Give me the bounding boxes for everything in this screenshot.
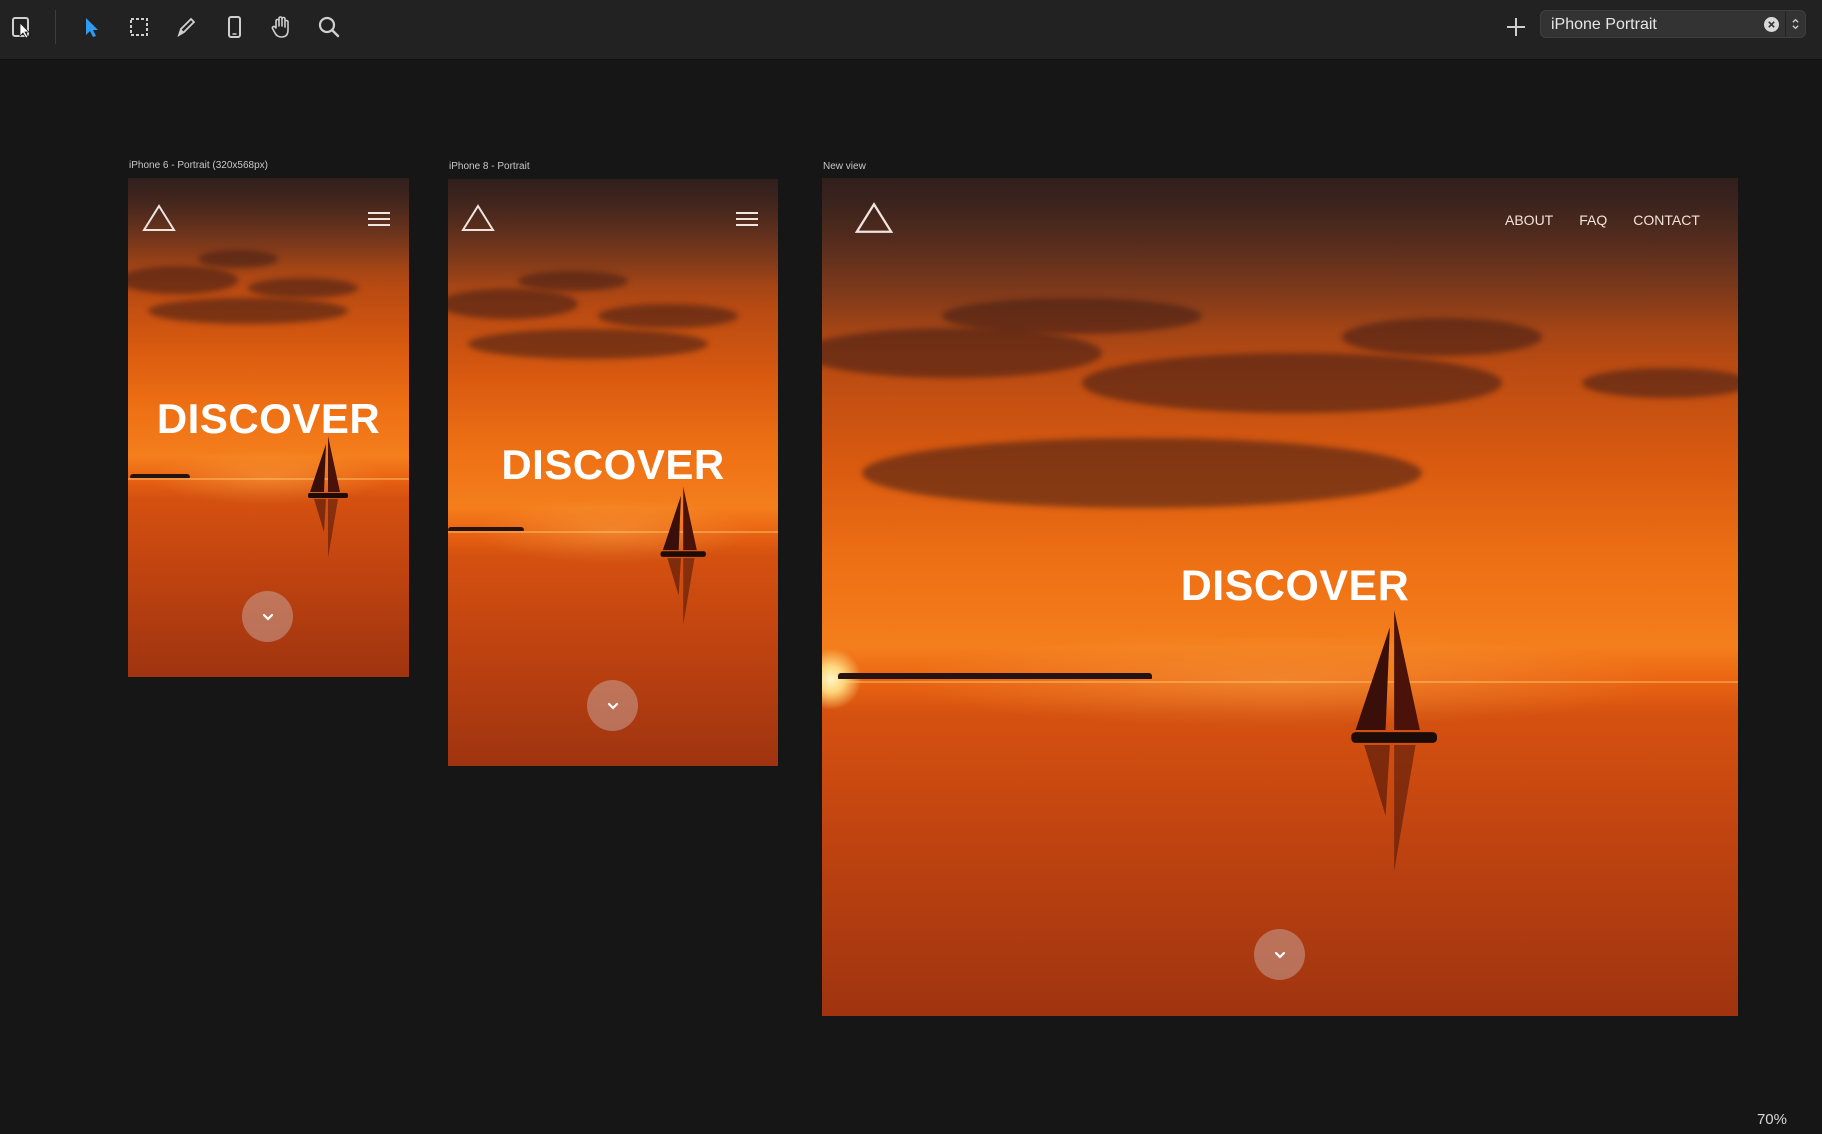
sky-shade	[448, 179, 778, 285]
nav-link-contact[interactable]: CONTACT	[1633, 212, 1700, 228]
toolbar: iPhone Portrait	[0, 0, 1822, 60]
pen-tool-button[interactable]	[168, 9, 204, 45]
sailboat-icon	[1351, 610, 1437, 872]
select-tool-button[interactable]	[74, 9, 110, 45]
scroll-down-button[interactable]	[587, 680, 638, 731]
view-select-value: iPhone Portrait	[1551, 16, 1657, 33]
chevron-down-icon	[607, 702, 618, 710]
zoom-level[interactable]: 70%	[1757, 1111, 1787, 1128]
cloud	[1342, 318, 1542, 356]
cloud	[518, 271, 628, 291]
toolbar-divider	[55, 10, 56, 44]
view-select[interactable]: iPhone Portrait	[1540, 10, 1806, 38]
cloud	[822, 328, 1102, 378]
hamburger-icon[interactable]	[736, 212, 758, 226]
plus-icon	[1507, 18, 1525, 36]
device-tool-button[interactable]	[216, 9, 252, 45]
nav-link-faq[interactable]: FAQ	[1579, 212, 1607, 228]
artboard-label[interactable]: iPhone 8 - Portrait	[449, 161, 530, 172]
artboard-new-view[interactable]: ABOUT FAQ CONTACT DISCOVER	[822, 178, 1738, 1016]
pen-icon	[177, 17, 196, 38]
hamburger-icon[interactable]	[368, 212, 390, 226]
scroll-down-button[interactable]	[242, 591, 293, 642]
device-icon	[228, 16, 241, 38]
frame-icon	[12, 17, 30, 39]
artboard-iphone-8[interactable]: DISCOVER	[448, 179, 778, 766]
cloud	[148, 298, 348, 324]
horizon-line	[128, 478, 409, 480]
select-arrow-icon	[86, 18, 98, 37]
artboard-label[interactable]: New view	[823, 161, 866, 172]
logo-triangle-icon[interactable]	[142, 204, 176, 232]
horizon-line	[822, 681, 1738, 683]
main-nav: ABOUT FAQ CONTACT	[1505, 212, 1700, 228]
frame-tool-button[interactable]	[4, 9, 40, 45]
hero-title: DISCOVER	[1180, 562, 1410, 610]
cloud	[1082, 353, 1502, 413]
chevron-up-down-icon[interactable]	[1785, 11, 1805, 37]
logo-triangle-icon[interactable]	[854, 202, 894, 234]
cloud	[248, 278, 358, 298]
scroll-down-button[interactable]	[1254, 929, 1305, 980]
marquee-tool-button[interactable]	[121, 9, 157, 45]
artboard-iphone-6[interactable]: DISCOVER	[128, 178, 409, 677]
sailboat-icon	[660, 486, 706, 625]
hero-title: DISCOVER	[501, 441, 725, 488]
hero-title: DISCOVER	[156, 395, 381, 442]
zoom-tool-button[interactable]	[311, 9, 347, 45]
island-silhouette	[838, 673, 1152, 679]
cloud	[128, 266, 238, 294]
artboard-label[interactable]: iPhone 6 - Portrait (320x568px)	[129, 160, 268, 171]
cloud	[198, 250, 278, 268]
cloud	[942, 298, 1202, 334]
nav-link-about[interactable]: ABOUT	[1505, 212, 1553, 228]
marquee-select-icon	[130, 18, 148, 36]
hand-icon	[271, 16, 289, 38]
logo-triangle-icon[interactable]	[461, 204, 495, 232]
search-icon	[318, 16, 340, 38]
horizon-line	[448, 531, 778, 533]
chevron-down-icon	[262, 613, 273, 621]
cloud	[448, 289, 578, 319]
island-silhouette	[130, 474, 190, 478]
cloud	[598, 304, 738, 328]
island-silhouette	[448, 527, 524, 531]
sailboat-icon	[308, 436, 348, 558]
cloud	[862, 438, 1422, 508]
clear-icon[interactable]	[1764, 17, 1779, 32]
hand-tool-button[interactable]	[263, 9, 299, 45]
chevron-down-icon	[1274, 951, 1285, 959]
cloud	[468, 329, 708, 359]
add-view-button[interactable]	[1498, 9, 1534, 45]
sun-glow	[822, 648, 862, 710]
cloud	[1582, 368, 1738, 398]
